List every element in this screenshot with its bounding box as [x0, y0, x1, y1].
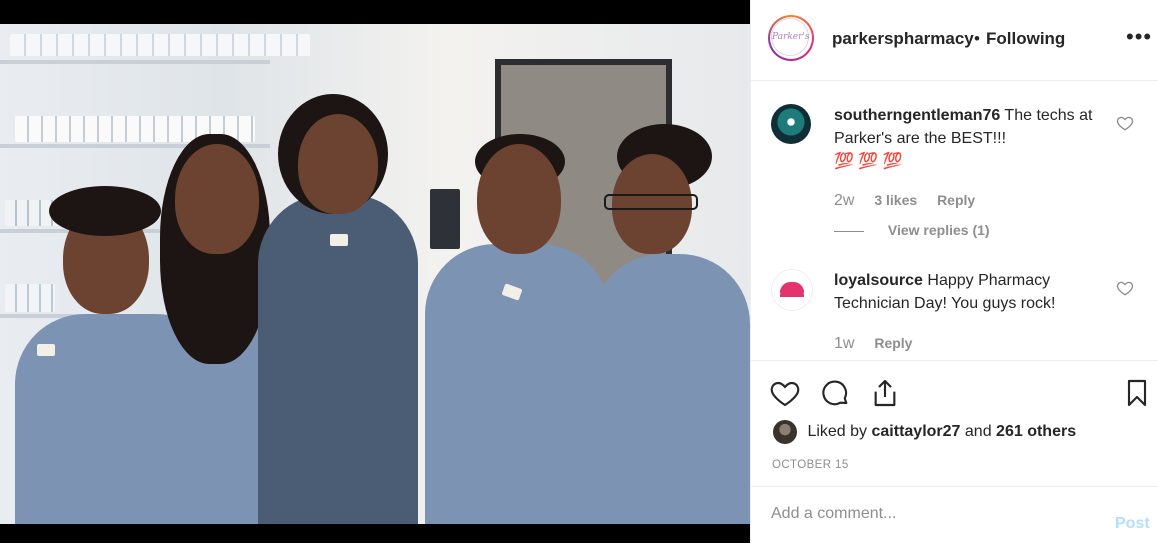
more-options-icon[interactable]: •••	[1126, 26, 1152, 48]
comment-text: loyalsource Happy Pharmacy Technician Da…	[834, 269, 1104, 315]
comment-reply-button[interactable]: Reply	[874, 335, 912, 351]
post-date[interactable]: OCTOBER 15	[772, 459, 849, 471]
comment-meta: 1w Reply	[834, 335, 928, 353]
comment-meta: 2w 3 likes Reply	[834, 192, 991, 210]
post-button[interactable]: Post	[1115, 515, 1150, 533]
likes-summary: Liked by caittaylor27 and 261 others	[773, 420, 1076, 446]
like-heart-icon[interactable]	[769, 377, 801, 409]
comment-reply-button[interactable]: Reply	[937, 192, 975, 208]
likes-prefix: Liked by	[807, 423, 868, 441]
likes-middle: and	[964, 423, 992, 441]
commenter-avatar[interactable]	[771, 104, 811, 144]
post-side-panel: Parker's parkerspharmacy • Following •••…	[750, 0, 1158, 543]
share-icon[interactable]	[869, 377, 901, 409]
bookmark-icon[interactable]	[1121, 377, 1153, 409]
comment-likes[interactable]: 3 likes	[874, 192, 917, 208]
view-replies-label[interactable]: View replies (1)	[888, 222, 990, 238]
add-comment-bar: Post	[751, 486, 1158, 544]
comment-username[interactable]: southerngentleman76	[834, 107, 1000, 124]
post-photo[interactable]	[0, 24, 750, 524]
post-header: Parker's parkerspharmacy • Following •••	[751, 0, 1158, 81]
comment-like-heart-icon[interactable]	[1116, 279, 1134, 297]
account-avatar[interactable]: Parker's	[768, 15, 814, 61]
comment-time[interactable]: 1w	[834, 335, 854, 352]
commenter-avatar[interactable]	[771, 269, 813, 311]
comment-icon[interactable]	[819, 377, 851, 409]
parkers-logo: Parker's	[771, 18, 810, 56]
comment-username[interactable]: loyalsource	[834, 272, 923, 289]
person-4	[425, 134, 610, 524]
comment-emoji: 💯 💯 💯	[834, 153, 903, 170]
comment-text: southerngentleman76 The techs at Parker'…	[834, 104, 1104, 173]
header-username[interactable]: parkerspharmacy	[832, 29, 974, 49]
person-5	[592, 124, 750, 524]
comment-time[interactable]: 2w	[834, 192, 854, 209]
shelf-products	[10, 34, 310, 56]
likes-others[interactable]: 261 others	[996, 423, 1076, 440]
comment-like-heart-icon[interactable]	[1116, 114, 1134, 132]
shelf	[0, 60, 270, 64]
person-3	[258, 94, 418, 524]
liker-username[interactable]: caittaylor27	[872, 423, 961, 440]
view-replies-button[interactable]: View replies (1)	[834, 222, 990, 238]
liker-avatar[interactable]	[773, 420, 797, 444]
add-comment-input[interactable]	[771, 505, 1091, 523]
following-button[interactable]: Following	[986, 29, 1065, 49]
header-separator: •	[974, 29, 980, 48]
action-bar	[751, 360, 1158, 423]
replies-divider	[834, 230, 864, 232]
post-media[interactable]	[0, 0, 750, 543]
